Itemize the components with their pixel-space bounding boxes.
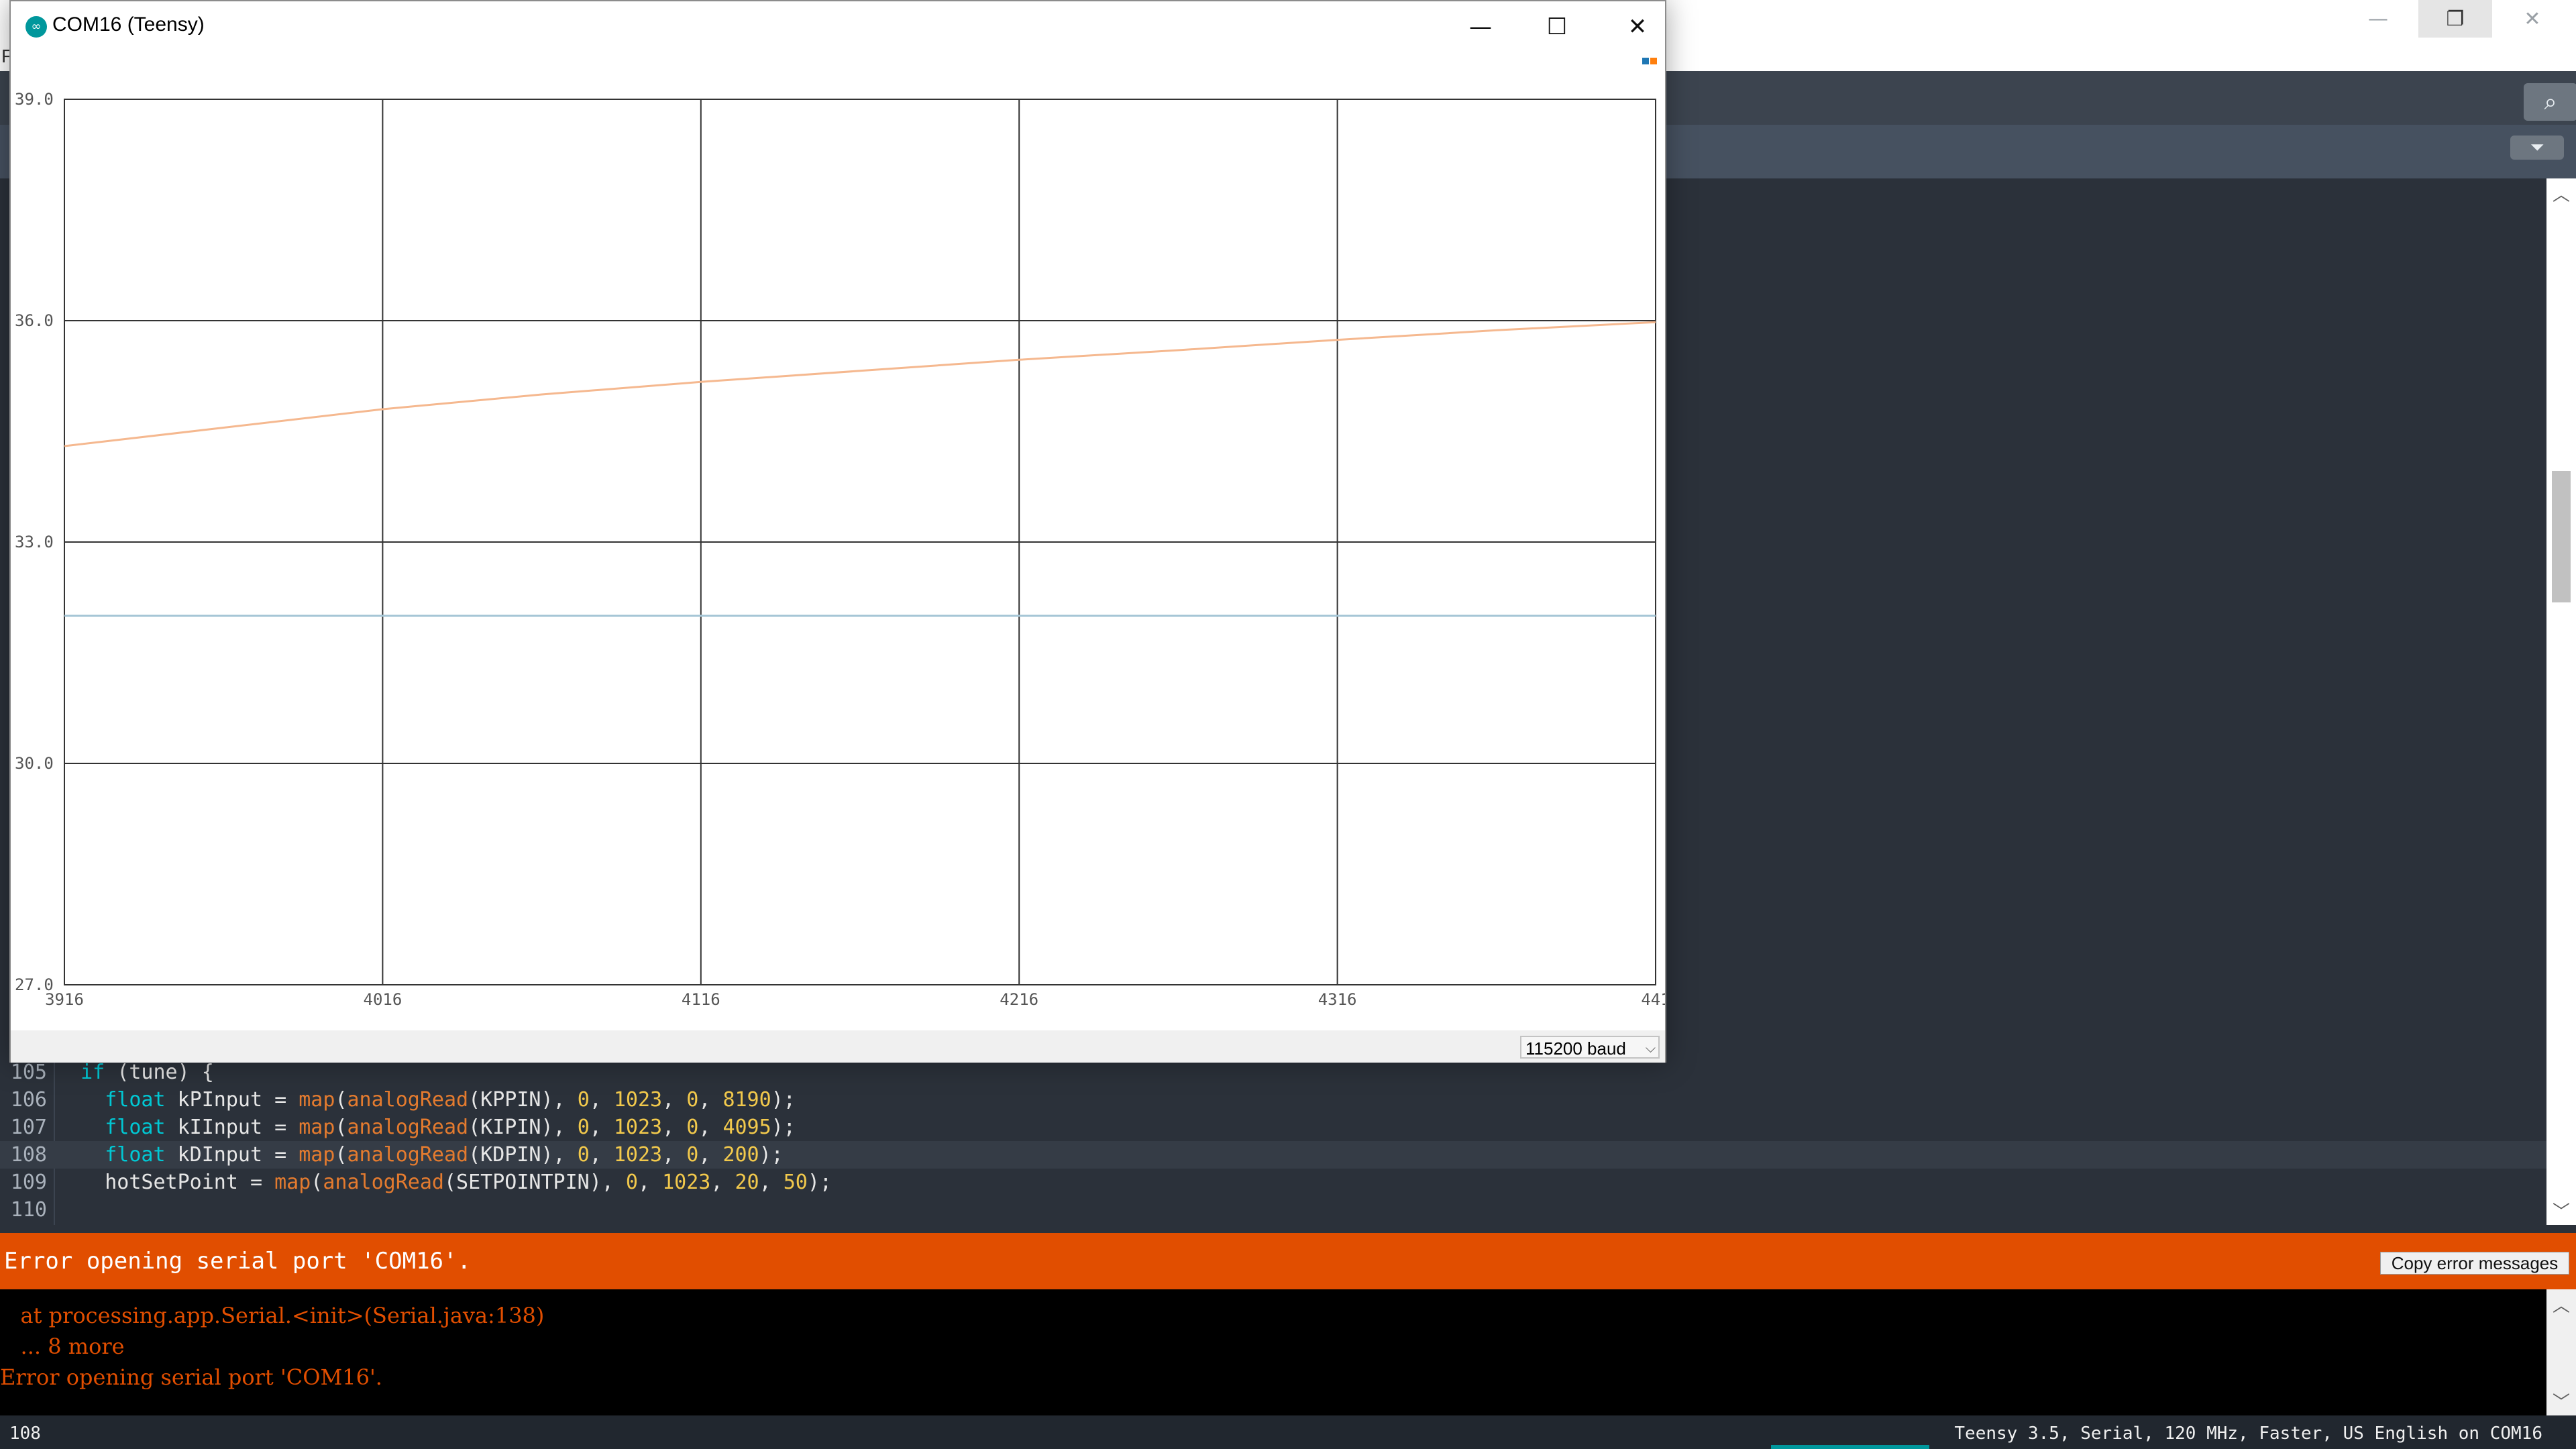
- plotter-close-button[interactable]: ✕: [1601, 8, 1674, 46]
- code-line-108[interactable]: 108 float kDInput = map(analogRead(KDPIN…: [0, 1141, 2546, 1169]
- status-accent-bar: [1771, 1445, 1929, 1449]
- x-tick-label: 4016: [364, 990, 402, 1009]
- plotter-bottom-bar: 115200 baud ⌵: [11, 1030, 1665, 1063]
- chevron-down-icon: ⌵: [1645, 1041, 1656, 1056]
- plotter-maximize-button[interactable]: ☐: [1520, 8, 1594, 46]
- editor-scrollbar[interactable]: ︿ ﹀: [2546, 178, 2576, 1225]
- x-tick-label: 4216: [1000, 990, 1038, 1009]
- error-bar: Error opening serial port 'COM16'. Copy …: [0, 1233, 2576, 1289]
- x-tick-label: 4316: [1318, 990, 1357, 1009]
- baud-rate-select[interactable]: 115200 baud ⌵: [1520, 1036, 1660, 1059]
- status-bar: 108 Teensy 3.5, Serial, 120 MHz, Faster,…: [0, 1415, 2576, 1449]
- ide-minimize-button[interactable]: —: [2341, 0, 2415, 38]
- editor-scrollbar-thumb[interactable]: [2552, 471, 2571, 602]
- plotter-minimize-button[interactable]: —: [1444, 8, 1517, 46]
- console-line: ... 8 more: [0, 1334, 125, 1359]
- code-line-106[interactable]: 106 float kPInput = map(analogRead(KPPIN…: [0, 1086, 2546, 1114]
- x-tick-label: 441: [1641, 990, 1665, 1009]
- copy-error-messages-button[interactable]: Copy error messages: [2380, 1252, 2569, 1275]
- code-line-110[interactable]: 110: [0, 1196, 2546, 1224]
- y-tick-label: 27.0: [15, 975, 54, 994]
- code-line-105[interactable]: 105 if (tune) {: [0, 1059, 2546, 1086]
- console-scroll-up-icon[interactable]: ︿: [2546, 1289, 2576, 1319]
- plotter-titlebar[interactable]: ∞ COM16 (Teensy) — ☐ ✕: [11, 1, 1665, 52]
- ide-restore-button[interactable]: ❐: [2418, 0, 2492, 38]
- plotter-title: COM16 (Teensy): [52, 13, 205, 36]
- ide-close-button[interactable]: ✕: [2496, 0, 2569, 38]
- console-output[interactable]: at processing.app.Serial.<init>(Serial.j…: [0, 1289, 2546, 1415]
- error-message: Error opening serial port 'COM16'.: [4, 1248, 471, 1275]
- console-scroll-down-icon[interactable]: ﹀: [2546, 1386, 2576, 1415]
- status-line-number: 108: [9, 1424, 41, 1444]
- y-tick-label: 30.0: [15, 754, 54, 773]
- code-line-107[interactable]: 107 float kIInput = map(analogRead(KIPIN…: [0, 1114, 2546, 1141]
- status-board-info: Teensy 3.5, Serial, 120 MHz, Faster, US …: [1954, 1424, 2542, 1444]
- code-line-109[interactable]: 109 hotSetPoint = map(analogRead(SETPOIN…: [0, 1169, 2546, 1196]
- y-tick-label: 39.0: [15, 90, 54, 109]
- scroll-down-icon[interactable]: ﹀: [2546, 1195, 2576, 1225]
- console-line: Error opening serial port 'COM16'.: [0, 1364, 382, 1390]
- arduino-logo-icon: ∞: [25, 16, 47, 38]
- console-line: at processing.app.Serial.<init>(Serial.j…: [0, 1303, 545, 1328]
- serial-monitor-icon[interactable]: ⌕: [2524, 83, 2576, 121]
- plot-area: 3916401641164216431644139.036.033.030.02…: [15, 90, 1665, 1009]
- console-scrollbar[interactable]: ︿ ﹀: [2546, 1289, 2576, 1415]
- y-tick-label: 36.0: [15, 311, 54, 330]
- baud-rate-value: 115200 baud: [1525, 1038, 1626, 1059]
- y-tick-label: 33.0: [15, 533, 54, 551]
- scroll-up-icon[interactable]: ︿: [2546, 178, 2576, 208]
- x-tick-label: 4116: [682, 990, 720, 1009]
- serial-plotter-window: ∞ COM16 (Teensy) — ☐ ✕ 3916 4016 4116 4216 4…: [9, 0, 1666, 1063]
- tab-menu-icon[interactable]: ⏷: [2510, 136, 2564, 160]
